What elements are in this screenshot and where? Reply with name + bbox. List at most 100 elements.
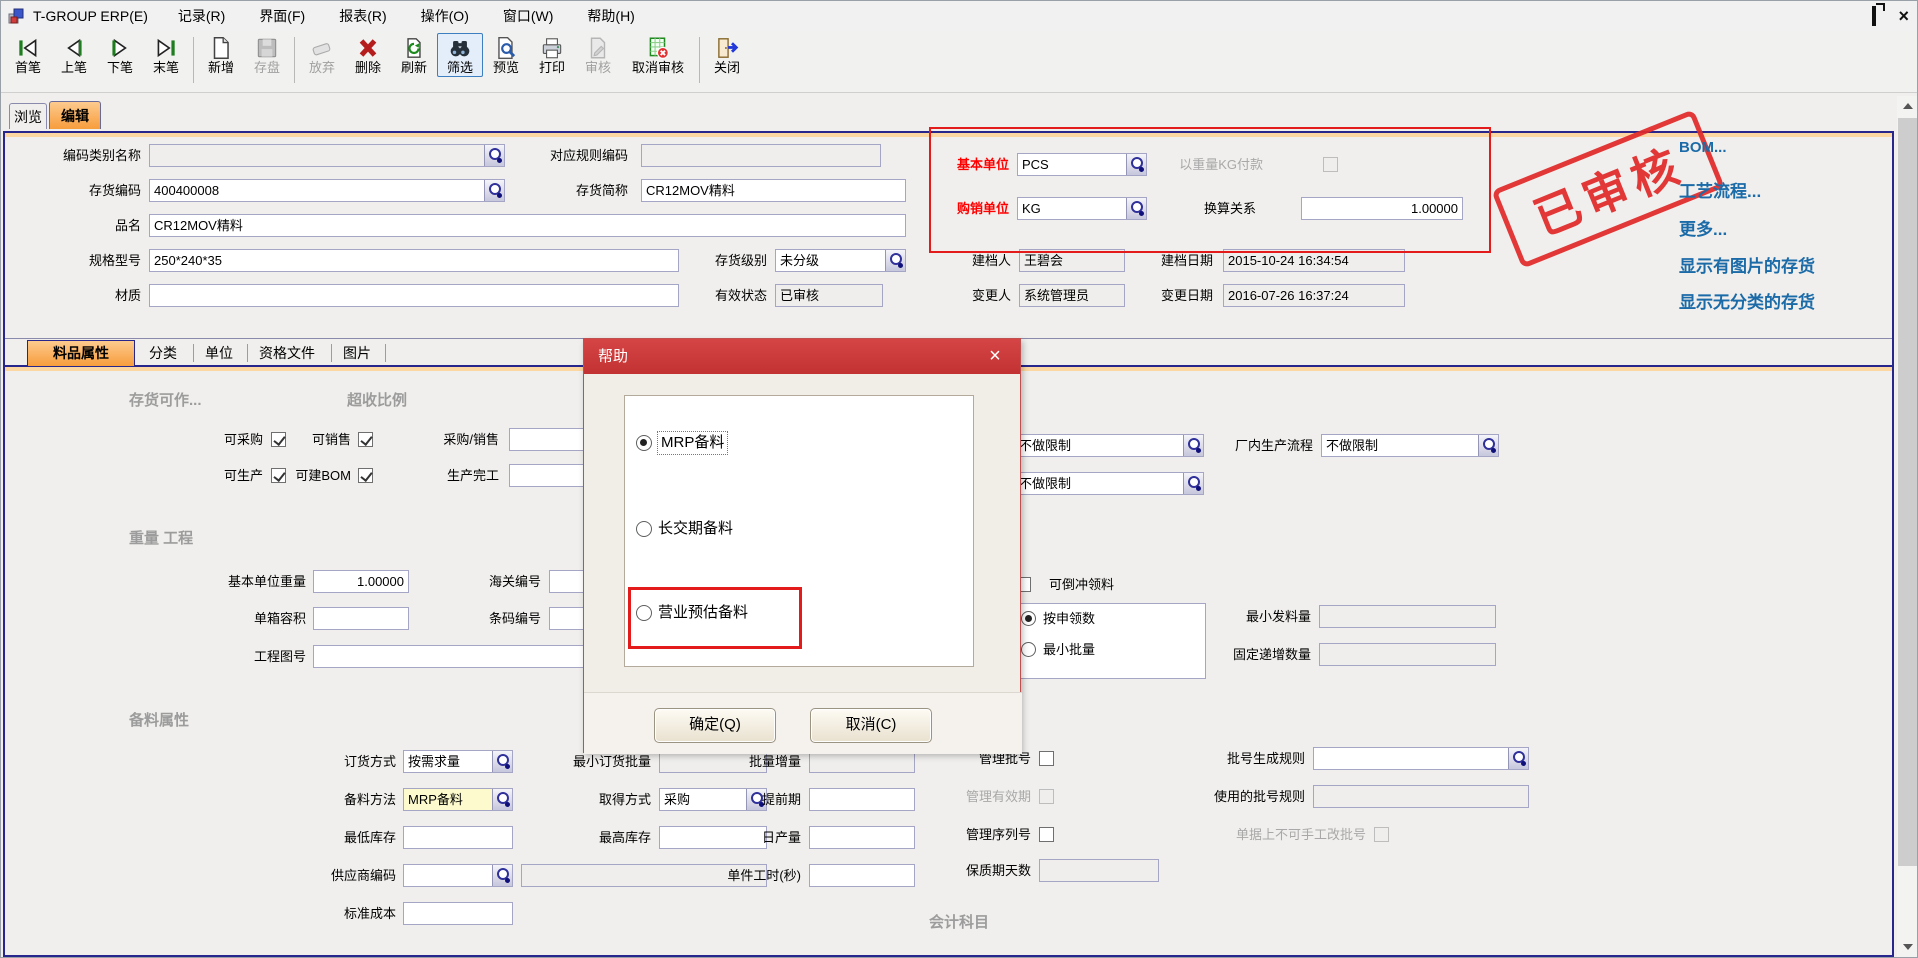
tab-browse[interactable]: 浏览	[9, 103, 47, 129]
cancel-button[interactable]: 取消(C)	[810, 708, 932, 743]
supplier-code-field[interactable]	[403, 864, 513, 887]
menu-interface[interactable]: 界面(F)	[249, 1, 315, 31]
sellable-checkbox[interactable]	[358, 432, 373, 447]
order-mode-field[interactable]: 按需求量	[403, 750, 513, 773]
restore-icon[interactable]	[1872, 8, 1876, 24]
toolbar-preview-button[interactable]: 预览	[483, 33, 529, 77]
scroll-up-icon[interactable]	[1897, 96, 1918, 116]
toolbar-print-button[interactable]: 打印	[529, 33, 575, 77]
lookup-icon[interactable]	[492, 788, 513, 811]
menu-help[interactable]: 帮助(H)	[577, 1, 644, 31]
toolbar-prev-button[interactable]: 上笔	[51, 33, 97, 77]
producible-checkbox[interactable]	[271, 468, 286, 483]
over-purchase-sale-label: 采购/销售	[399, 428, 499, 452]
restriction1-field[interactable]: 不做限制	[1014, 434, 1204, 457]
toolbar-first-button[interactable]: 首笔	[5, 33, 51, 77]
lookup-icon[interactable]	[1183, 434, 1204, 457]
toolbar-cancel-audit-button[interactable]: 取消审核	[621, 33, 695, 77]
manage-batch-checkbox[interactable]	[1039, 751, 1054, 766]
lookup-icon[interactable]	[484, 144, 505, 167]
menu-window[interactable]: 窗口(W)	[493, 1, 564, 31]
restriction2-field[interactable]: 不做限制	[1014, 472, 1204, 495]
toolbar-delete-button[interactable]: 删除	[345, 33, 391, 77]
menu-record[interactable]: 记录(R)	[168, 1, 235, 31]
menu-operate[interactable]: 操作(O)	[411, 1, 479, 31]
menu-report[interactable]: 报表(R)	[329, 1, 396, 31]
rule-code-field[interactable]	[641, 144, 881, 167]
toolbar-next-button[interactable]: 下笔	[97, 33, 143, 77]
link-bom[interactable]: BOM...	[1679, 139, 1727, 156]
inv-short-label: 存货简称	[506, 179, 628, 203]
sales-unit-field[interactable]: KG	[1017, 197, 1147, 220]
box-volume-field[interactable]	[313, 607, 409, 630]
option-mrp-radio[interactable]	[636, 435, 652, 451]
batch-rule-field[interactable]	[1313, 747, 1529, 770]
base-unit-field[interactable]: PCS	[1017, 153, 1147, 176]
toolbar-new-button[interactable]: 新增	[198, 33, 244, 77]
lookup-icon[interactable]	[1478, 434, 1499, 457]
lookup-icon[interactable]	[492, 750, 513, 773]
manage-serial-checkbox[interactable]	[1039, 827, 1054, 842]
std-cost-field[interactable]	[403, 902, 513, 925]
tab-separator	[193, 344, 194, 362]
link-more[interactable]: 更多...	[1679, 215, 1727, 240]
base-unit-weight-field[interactable]: 1.00000	[313, 570, 409, 593]
inv-level-field[interactable]: 未分级	[775, 249, 906, 272]
lookup-icon[interactable]	[1508, 747, 1529, 770]
drawing-no-field[interactable]	[313, 645, 613, 668]
lookup-icon[interactable]	[484, 179, 505, 202]
factory-flow-field[interactable]: 不做限制	[1321, 434, 1499, 457]
inv-short-field[interactable]: CR12MOV精料	[641, 179, 906, 202]
option-long-lead-label[interactable]: 长交期备料	[658, 519, 733, 539]
help-dialog: 帮助 × MRP备料 长交期备料 营业预估备料 确定(Q) 取消(C)	[583, 338, 1021, 753]
lookup-icon[interactable]	[885, 249, 906, 272]
toolbar-filter-button[interactable]: 筛选	[437, 33, 483, 77]
dialog-close-icon[interactable]: ×	[982, 342, 1008, 370]
lead-time-field[interactable]	[809, 788, 915, 811]
option-mrp-label[interactable]: MRP备料	[658, 432, 727, 454]
bom-allowed-checkbox[interactable]	[358, 468, 373, 483]
inv-code-field[interactable]: 400400008	[149, 179, 505, 202]
option-forecast-radio[interactable]	[636, 605, 652, 621]
conversion-field[interactable]: 1.00000	[1301, 197, 1463, 220]
ok-button[interactable]: 确定(Q)	[654, 708, 776, 743]
material-field[interactable]	[149, 284, 679, 307]
dtab-attributes[interactable]: 料品属性	[27, 340, 135, 367]
toolbar-close-button[interactable]: 关闭	[704, 33, 750, 77]
unit-hours-field[interactable]	[809, 864, 915, 887]
scrollbar-thumb[interactable]	[1898, 118, 1917, 866]
link-show-uncategorized[interactable]: 显示无分类的存货	[1679, 288, 1815, 313]
lookup-icon[interactable]	[1126, 197, 1147, 220]
dtab-qualification[interactable]: 资格文件	[251, 341, 323, 367]
scroll-down-icon[interactable]	[1897, 937, 1918, 957]
close-window-icon[interactable]: ×	[1898, 2, 1909, 30]
spec-field[interactable]: 250*240*35	[149, 249, 679, 272]
purchasable-label: 可采购	[193, 428, 263, 452]
lookup-icon[interactable]	[1126, 153, 1147, 176]
app-menu[interactable]: T-GROUP ERP(E)	[7, 7, 148, 25]
lookup-icon[interactable]	[1183, 472, 1204, 495]
link-process-flow[interactable]: 工艺流程...	[1679, 177, 1761, 202]
min-stock-field[interactable]	[403, 826, 513, 849]
toolbar-last-button[interactable]: 末笔	[143, 33, 189, 77]
link-show-with-image[interactable]: 显示有图片的存货	[1679, 252, 1815, 277]
coding-category-field[interactable]	[149, 144, 505, 167]
toolbar-refresh-button[interactable]: 刷新	[391, 33, 437, 77]
obtain-mode-label: 取得方式	[541, 788, 651, 812]
vertical-scrollbar[interactable]	[1897, 96, 1918, 957]
option-long-lead-radio[interactable]	[636, 521, 652, 537]
dialog-header[interactable]	[584, 339, 1020, 374]
tab-edit[interactable]: 编辑	[49, 101, 101, 129]
dtab-image[interactable]: 图片	[335, 341, 379, 367]
daily-output-field[interactable]	[809, 826, 915, 849]
purchasable-checkbox[interactable]	[271, 432, 286, 447]
product-name-field[interactable]: CR12MOV精料	[149, 214, 906, 237]
option-forecast-label[interactable]: 营业预估备料	[658, 603, 748, 623]
dtab-category[interactable]: 分类	[141, 341, 185, 367]
min-batch-radio[interactable]	[1021, 642, 1036, 657]
lookup-icon[interactable]	[492, 864, 513, 887]
dtab-unit[interactable]: 单位	[197, 341, 241, 367]
by-apply-radio[interactable]	[1021, 611, 1036, 626]
toolbar-discard-label: 放弃	[309, 60, 335, 75]
backup-method-field[interactable]: MRP备料	[403, 788, 513, 811]
